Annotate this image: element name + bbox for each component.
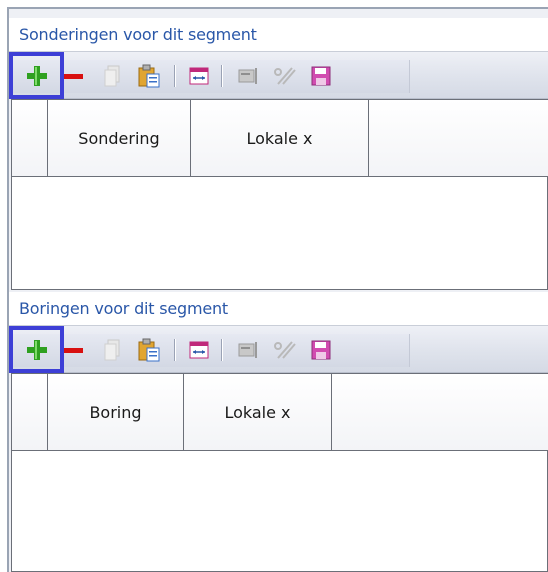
column-header-empty <box>332 374 548 450</box>
cut-icon <box>274 340 296 359</box>
remove-button[interactable] <box>55 326 91 373</box>
toolbar-separator <box>174 65 176 87</box>
cut-button[interactable] <box>267 326 303 373</box>
column-header-lokale-x[interactable]: Lokale x <box>191 100 369 176</box>
column-header-boring[interactable]: Boring <box>48 374 184 450</box>
insert-range-button[interactable] <box>181 52 217 99</box>
column-header-sondering[interactable]: Sondering <box>48 100 191 176</box>
grid-header: Sondering Lokale x <box>12 100 548 177</box>
edit-button[interactable] <box>231 326 267 373</box>
insert-range-icon <box>189 67 209 84</box>
insert-range-button[interactable] <box>181 326 217 373</box>
edit-icon <box>238 341 257 358</box>
edit-button[interactable] <box>231 52 267 99</box>
toolbar-separator <box>221 339 223 361</box>
grid-header: Boring Lokale x <box>12 374 548 451</box>
cut-icon <box>274 66 296 85</box>
sonderingen-panel: Sonderingen voor dit segment Sondering L… <box>9 18 548 290</box>
column-header-lokale-x[interactable]: Lokale x <box>184 374 332 450</box>
toolbar <box>9 326 548 373</box>
save-button[interactable] <box>303 326 339 373</box>
toolbar <box>9 52 548 99</box>
save-icon <box>311 340 331 359</box>
panel-title: Boringen voor dit segment <box>9 292 548 326</box>
copy-icon <box>104 65 120 86</box>
save-button[interactable] <box>303 52 339 99</box>
boringen-panel: Boringen voor dit segment Boring Lokale … <box>9 292 548 572</box>
row-selector-header <box>12 100 48 176</box>
paste-icon <box>138 338 160 361</box>
add-button[interactable] <box>19 52 55 99</box>
panel-title: Sonderingen voor dit segment <box>9 18 548 52</box>
add-icon <box>27 339 47 360</box>
add-button[interactable] <box>19 326 55 373</box>
paste-button[interactable] <box>131 326 167 373</box>
column-header-empty <box>369 100 548 176</box>
add-icon <box>27 65 47 86</box>
copy-button[interactable] <box>95 52 131 99</box>
toolbar-separator <box>174 339 176 361</box>
remove-icon <box>63 347 83 353</box>
copy-icon <box>104 339 120 360</box>
remove-button[interactable] <box>55 52 91 99</box>
save-icon <box>311 66 331 85</box>
edit-icon <box>238 67 257 84</box>
row-selector-header <box>12 374 48 450</box>
toolbar-separator <box>221 65 223 87</box>
copy-button[interactable] <box>95 326 131 373</box>
sonderingen-grid[interactable]: Sondering Lokale x <box>11 99 548 290</box>
paste-icon <box>138 64 160 87</box>
boringen-grid[interactable]: Boring Lokale x <box>11 373 548 572</box>
paste-button[interactable] <box>131 52 167 99</box>
insert-range-icon <box>189 341 209 358</box>
cut-button[interactable] <box>267 52 303 99</box>
remove-icon <box>63 73 83 79</box>
